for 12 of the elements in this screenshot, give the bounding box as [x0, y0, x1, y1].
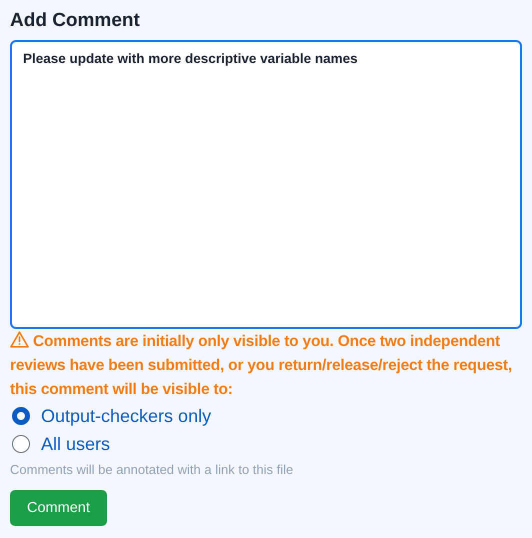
option-label: All users [41, 434, 110, 454]
radio-button[interactable] [12, 435, 30, 453]
radio-button[interactable] [12, 407, 30, 425]
visibility-option[interactable]: All users [10, 432, 110, 456]
comment-field[interactable]: Please update with more descriptive variable names [10, 40, 522, 329]
warning-text: Comments are initially only visible to you. Once two independent reviews have been submitted, or you return/release/reject the request, this comment will be visible to: [10, 330, 513, 400]
warning-icon [10, 331, 29, 348]
option-label: Output-checkers only [41, 406, 212, 426]
visibility-option[interactable]: Output-checkers only [10, 404, 212, 428]
form-title: Add Comment [10, 9, 141, 33]
hint-text: Comments will be annotated with a link to this file [10, 462, 294, 477]
comment-button[interactable]: Comment [10, 490, 107, 526]
